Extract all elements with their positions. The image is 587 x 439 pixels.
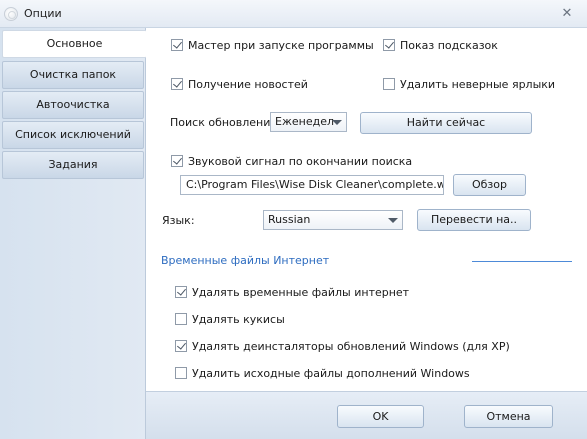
app-logo-icon [4, 7, 18, 21]
sound-file-path-input[interactable]: C:\Program Files\Wise Disk Cleaner\compl… [180, 175, 444, 195]
wizard-on-start-checkbox[interactable] [171, 39, 183, 51]
show-hints-label: Показ подсказок [400, 38, 498, 52]
delete-update-uninstallers-label: Удалять деинсталяторы обновлений Windows… [192, 339, 510, 353]
browse-button[interactable]: Обзор [453, 174, 526, 196]
sound-signal-option[interactable]: Звуковой сигнал по окончании поиска [171, 153, 412, 169]
delete-update-uninstallers-option[interactable]: Удалять деинсталяторы обновлений Windows… [175, 338, 510, 354]
translate-button[interactable]: Перевести на.. [417, 209, 531, 231]
get-news-option[interactable]: Получение новостей [171, 76, 308, 92]
sound-signal-checkbox[interactable] [171, 155, 183, 167]
general-settings-panel: Мастер при запуске программы Показ подск… [146, 28, 587, 391]
language-label: Язык: [162, 214, 195, 227]
sound-signal-label: Звуковой сигнал по окончании поиска [188, 154, 413, 168]
options-window: Опции ✕ Основное Очистка папок Автоочист… [0, 0, 587, 439]
sidebar: Основное Очистка папок Автоочистка Списо… [0, 28, 147, 439]
show-hints-checkbox[interactable] [383, 39, 395, 51]
delete-bad-shortcuts-option[interactable]: Удалить неверные ярлыки [383, 76, 555, 92]
delete-update-uninstallers-checkbox[interactable] [175, 340, 187, 352]
update-search-label: Поиск обновлений [170, 116, 278, 129]
delete-cookies-label: Удалять кукисы [192, 312, 285, 326]
close-icon[interactable]: ✕ [559, 6, 575, 22]
find-now-button[interactable]: Найти сейчас [360, 112, 532, 134]
sidebar-item-general[interactable]: Основное [2, 30, 147, 58]
update-frequency-select[interactable]: Еженедел [270, 112, 347, 132]
ok-button[interactable]: OK [337, 405, 424, 428]
wizard-on-start-label: Мастер при запуске программы [188, 38, 374, 52]
sidebar-item-auto-cleanup[interactable]: Автоочистка [2, 91, 144, 119]
get-news-checkbox[interactable] [171, 78, 183, 90]
sidebar-item-exclusions[interactable]: Список исключений [2, 121, 144, 149]
delete-temp-files-option[interactable]: Удалять временные файлы интернет [175, 284, 409, 300]
wizard-on-start-option[interactable]: Мастер при запуске программы [171, 37, 374, 53]
cancel-button[interactable]: Отмена [464, 405, 553, 428]
show-hints-option[interactable]: Показ подсказок [383, 37, 498, 53]
language-value: Russian [268, 213, 311, 226]
delete-addon-sources-option[interactable]: Удалить исходные файлы дополнений Window… [175, 365, 470, 381]
language-select[interactable]: Russian [263, 210, 403, 230]
delete-temp-files-checkbox[interactable] [175, 286, 187, 298]
get-news-label: Получение новостей [188, 77, 308, 91]
window-title: Опции [24, 7, 62, 20]
delete-temp-files-label: Удалять временные файлы интернет [192, 285, 410, 299]
delete-bad-shortcuts-checkbox[interactable] [383, 78, 395, 90]
delete-addon-sources-checkbox[interactable] [175, 367, 187, 379]
delete-bad-shortcuts-label: Удалить неверные ярлыки [400, 77, 556, 91]
chevron-down-icon [332, 120, 342, 125]
chevron-down-icon [388, 218, 398, 223]
delete-addon-sources-label: Удалить исходные файлы дополнений Window… [192, 366, 470, 380]
delete-cookies-checkbox[interactable] [175, 313, 187, 325]
sidebar-item-folder-cleanup[interactable]: Очистка папок [2, 61, 144, 89]
delete-cookies-option[interactable]: Удалять кукисы [175, 311, 285, 327]
sidebar-item-tasks[interactable]: Задания [2, 151, 144, 179]
update-frequency-value: Еженедел [275, 115, 334, 128]
dialog-footer: OK Отмена [146, 391, 587, 439]
internet-temp-section-title: Временные файлы Интернет [161, 254, 330, 267]
title-bar: Опции ✕ [0, 0, 587, 28]
section-divider [472, 261, 572, 262]
